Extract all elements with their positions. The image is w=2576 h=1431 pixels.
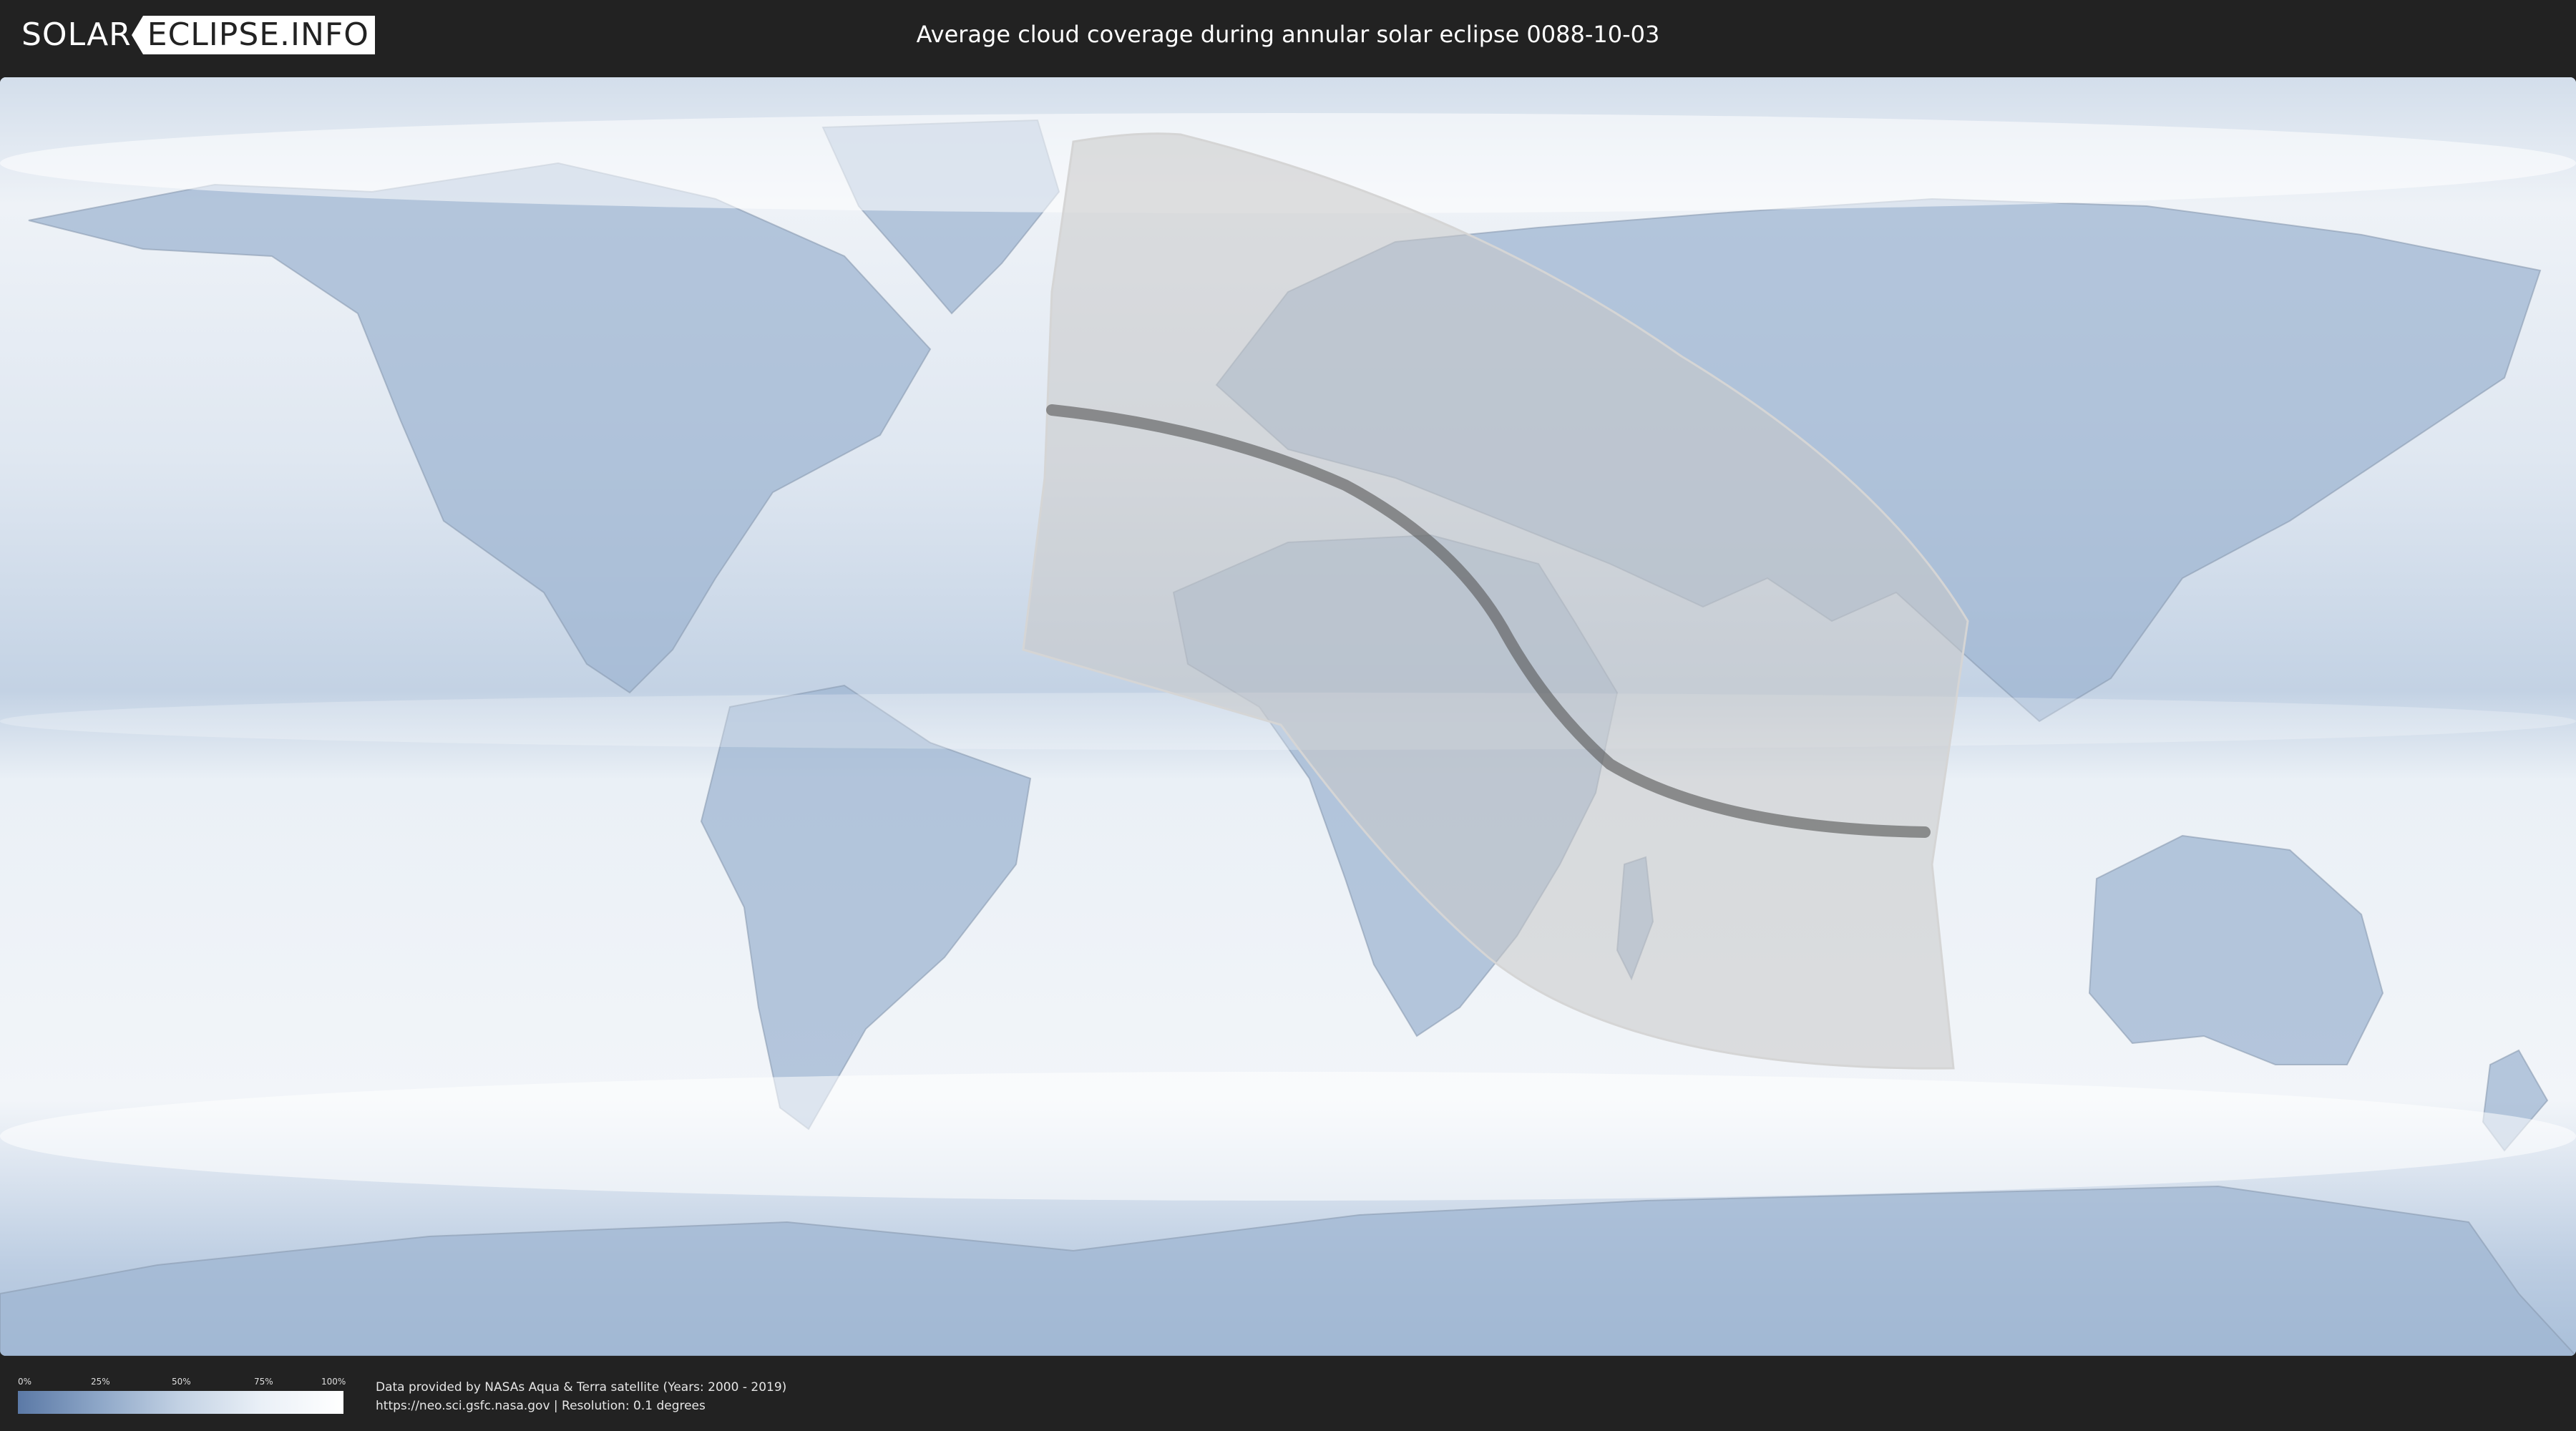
legend-tick-0: 0%	[18, 1377, 32, 1387]
legend-color-bar	[18, 1391, 343, 1414]
cloud-band-south	[0, 1072, 2576, 1201]
legend-tick-50: 50%	[172, 1377, 191, 1387]
credits-line-url[interactable]: https://neo.sci.gsfc.nasa.gov | Resoluti…	[376, 1397, 786, 1415]
header-bar: SOLAR ECLIPSE.INFO Average cloud coverag…	[0, 0, 2576, 72]
legend-ticks: 0% 25% 50% 75% 100%	[18, 1377, 346, 1390]
page-title: Average cloud coverage during annular so…	[916, 21, 1660, 48]
cloud-coverage-map[interactable]	[0, 77, 2576, 1356]
legend-tick-75: 75%	[254, 1377, 273, 1387]
map-svg	[0, 77, 2576, 1356]
data-credits: Data provided by NASAs Aqua & Terra sate…	[376, 1378, 786, 1415]
credits-line-source: Data provided by NASAs Aqua & Terra sate…	[376, 1380, 787, 1395]
legend-tick-25: 25%	[91, 1377, 110, 1387]
legend-tick-100: 100%	[321, 1377, 346, 1387]
cloud-coverage-legend: 0% 25% 50% 75% 100%	[18, 1377, 346, 1414]
